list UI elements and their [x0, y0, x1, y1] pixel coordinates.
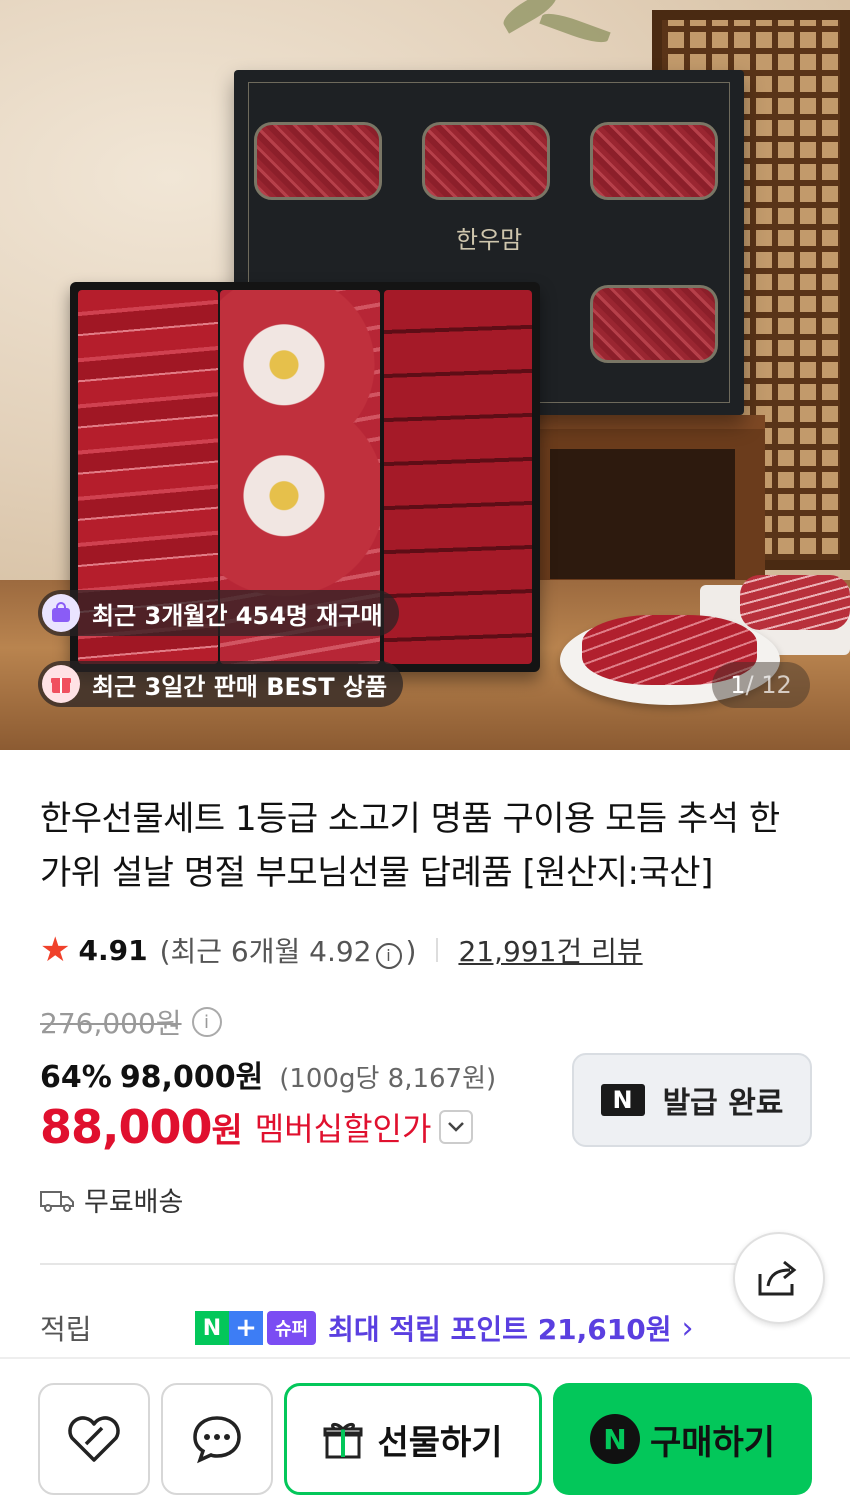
naver-n-icon: N — [600, 1084, 645, 1116]
naver-pay-icon: N — [589, 1414, 640, 1464]
rating-row: ★ 4.91 (최근 6개월 4.92 i) 21,991건 리뷰 — [40, 928, 643, 972]
info-icon[interactable]: i — [375, 942, 402, 969]
divider — [40, 1263, 740, 1265]
rating-value: 4.91 — [78, 933, 148, 967]
super-badge: 슈퍼 — [267, 1311, 317, 1345]
image-pager: 1 / 12 — [712, 662, 810, 708]
star-icon: ★ — [40, 930, 71, 970]
price-info-icon[interactable]: i — [191, 1007, 222, 1037]
coupon-button-label: 발급 완료 — [662, 1086, 784, 1121]
shipping-text: 무료배송 — [84, 1187, 184, 1218]
product-title: 한우선물세트 1등급 소고기 명품 구이용 모듬 추석 한가위 설날 명절 부모… — [40, 799, 780, 893]
coupon-issued-button[interactable]: N 발급 완료 — [572, 1053, 812, 1147]
best-seller-badge: 최근 3일간 판매 BEST 상품 — [38, 661, 404, 707]
product-image-carousel[interactable]: 한우맘 최근 3개월간 454명 재구매 최근 3일간 판매 BEST 상품 1… — [0, 0, 850, 750]
gift-button-label: 선물하기 — [377, 1422, 503, 1463]
membership-price: 88,000 — [40, 1100, 213, 1154]
buy-button[interactable]: N 구매하기 — [553, 1383, 812, 1495]
divider — [436, 938, 439, 962]
wooden-stand — [520, 415, 765, 580]
repurchase-text: 최근 3개월간 454명 재구매 — [92, 601, 383, 630]
box-meat-window — [254, 122, 382, 200]
chevron-down-icon[interactable] — [439, 1110, 474, 1144]
share-icon — [758, 1260, 797, 1296]
gift-box-icon — [323, 1422, 363, 1459]
box-meat-window — [422, 122, 550, 200]
pager-total: / 12 — [745, 671, 792, 699]
naver-plus-badge: + — [229, 1311, 263, 1345]
chat-button[interactable] — [161, 1383, 273, 1495]
points-text: 최대 적립 포인트 21,610원 — [328, 1313, 672, 1346]
points-label: 적립 — [40, 1313, 92, 1346]
repurchase-badge: 최근 3개월간 454명 재구매 — [38, 590, 399, 636]
meat-slices — [384, 290, 532, 664]
membership-price-currency: 원 — [211, 1110, 243, 1151]
sale-price: 98,000원 — [119, 1060, 264, 1095]
shipping-info: 무료배송 — [40, 1180, 183, 1219]
gift-button[interactable]: 선물하기 — [284, 1383, 542, 1495]
buy-button-label: 구매하기 — [649, 1422, 776, 1463]
naver-n-badge: N — [195, 1311, 229, 1345]
truck-icon — [40, 1190, 74, 1212]
box-meat-window — [590, 122, 718, 200]
wishlist-button[interactable] — [38, 1383, 150, 1495]
best-seller-text: 최근 3일간 판매 BEST 상품 — [92, 672, 388, 701]
review-count-link[interactable]: 21,991건 리뷰 — [458, 930, 642, 970]
gift-icon — [42, 665, 80, 703]
share-button[interactable] — [733, 1232, 825, 1324]
sale-price-row: 64% 98,000원 (100g당 8,167원) — [40, 1052, 496, 1096]
chat-icon — [193, 1416, 241, 1464]
pager-current: 1 — [730, 671, 746, 699]
box-meat-window — [590, 285, 718, 363]
original-price: 276,000원 i — [40, 1002, 222, 1042]
membership-price-label: 멤버십할인가 — [254, 1110, 432, 1148]
membership-price-row: 88,000 원 멤버십할인가 — [40, 1100, 474, 1154]
unit-price: (100g당 8,167원) — [279, 1064, 497, 1094]
chevron-right-icon: › — [681, 1310, 694, 1346]
sliced-meat — [740, 575, 850, 630]
discount-rate: 64% — [40, 1060, 112, 1095]
recent-rating[interactable]: (최근 6개월 4.92 i) — [160, 930, 416, 970]
heart-icon — [68, 1416, 120, 1462]
points-row[interactable]: 적립 N + 슈퍼 최대 적립 포인트 21,610원 › — [40, 1308, 694, 1348]
box-logo: 한우맘 — [456, 226, 523, 254]
shopping-bag-icon — [42, 594, 80, 632]
